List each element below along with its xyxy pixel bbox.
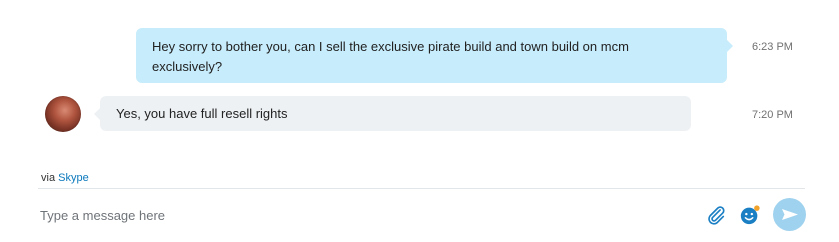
message-input[interactable] — [36, 202, 684, 228]
send-button[interactable] — [773, 198, 806, 231]
message-timestamp: 7:20 PM — [752, 109, 793, 121]
outgoing-message-text: Hey sorry to bother you, can I sell the … — [152, 39, 629, 74]
paperclip-icon[interactable] — [705, 204, 727, 226]
outgoing-message-bubble[interactable]: Hey sorry to bother you, can I sell the … — [136, 28, 733, 83]
via-label: via — [41, 172, 56, 184]
incoming-message-text: Yes, you have full resell rights — [116, 106, 288, 121]
composer-divider — [38, 188, 805, 189]
incoming-message-bubble[interactable]: Yes, you have full resell rights — [94, 96, 691, 131]
via-source: via Skype — [41, 172, 89, 184]
message-timestamp: 6:23 PM — [752, 41, 793, 53]
emoji-icon[interactable] — [739, 204, 761, 226]
send-icon — [782, 209, 798, 220]
skype-link[interactable]: Skype — [58, 172, 89, 184]
sender-avatar[interactable] — [45, 96, 81, 132]
